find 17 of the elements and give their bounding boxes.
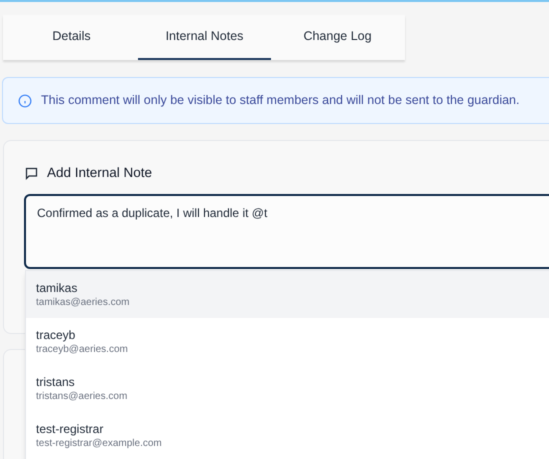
tab[interactable]: Change Log (271, 15, 404, 60)
option-email: traceyb@aeries.com (36, 342, 129, 356)
option-email: test-registrar@example.com (36, 436, 163, 450)
option-email: tamikas@aeries.com (36, 296, 131, 310)
message-icon (24, 166, 39, 181)
option-username: tamikas (36, 280, 78, 296)
option-username: traceyb (36, 326, 76, 342)
mention-option[interactable]: tamikas tamikas@aeries.com (26, 271, 549, 318)
tab[interactable]: Details (5, 15, 138, 60)
info-text: This comment will only be visible to staff members and will not be sent to the guardian. (41, 92, 520, 110)
option-username: tristans (36, 374, 76, 390)
option-email: tristans@aeries.com (36, 390, 128, 404)
option-username: test-registrar (36, 420, 104, 436)
info-icon (18, 94, 32, 108)
note-input[interactable]: Confirmed as a duplicate, I will handle it @t (24, 194, 549, 270)
card-title: Add Internal Note (47, 164, 152, 182)
tab[interactable]: Internal Notes (138, 15, 271, 60)
